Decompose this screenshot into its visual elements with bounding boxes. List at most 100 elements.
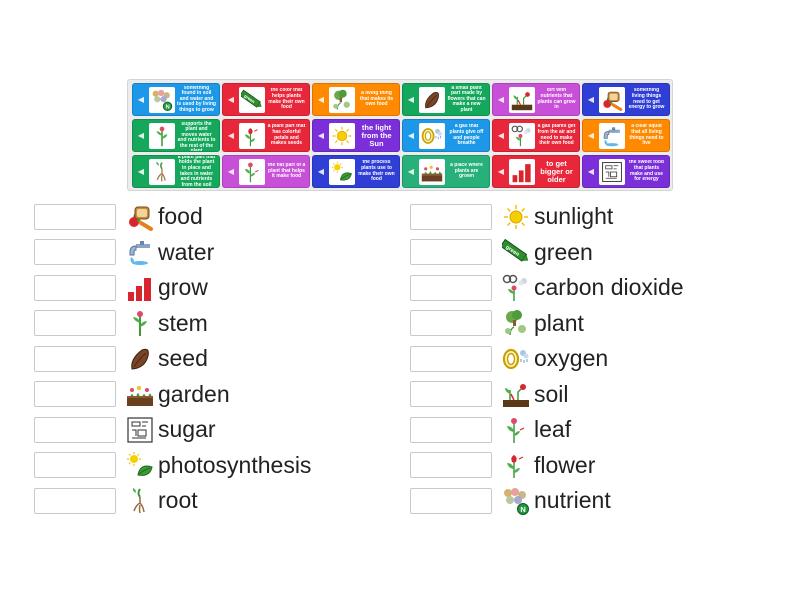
speaker-icon[interactable]: ◀: [406, 167, 416, 177]
word-label[interactable]: green: [534, 239, 593, 266]
definition-card[interactable]: ◀ a living thing that makes its own food: [312, 83, 400, 116]
speaker-icon[interactable]: ◀: [136, 167, 146, 177]
word-label[interactable]: soil: [534, 381, 569, 408]
drop-target-box[interactable]: [410, 239, 492, 266]
soil-icon: [502, 380, 530, 408]
water-icon: [126, 238, 154, 266]
word-label[interactable]: stem: [158, 310, 208, 337]
word-label[interactable]: grow: [158, 274, 208, 301]
speaker-icon[interactable]: ◀: [316, 131, 326, 141]
speaker-icon[interactable]: ◀: [136, 131, 146, 141]
definition-card[interactable]: ◀ a gas that plants give off and people b…: [402, 119, 490, 152]
drop-target-box[interactable]: [410, 274, 492, 301]
plant-icon: [502, 309, 530, 337]
drop-target-box[interactable]: [410, 310, 492, 337]
definition-text: the flat part of a plant that helps it m…: [267, 163, 306, 180]
stem-icon: [126, 309, 154, 337]
definition-card[interactable]: ◀ a small plant part made by flowers that…: [402, 83, 490, 116]
definition-card[interactable]: ◀ the light from the Sun: [312, 119, 400, 152]
drop-target-box[interactable]: [410, 487, 492, 514]
definition-text: a clear liquid that all living things ne…: [629, 124, 664, 147]
speaker-icon[interactable]: ◀: [226, 167, 236, 177]
definition-card[interactable]: ◀ a place where plants are grown: [402, 155, 490, 188]
drop-target-box[interactable]: [410, 203, 492, 230]
speaker-icon[interactable]: ◀: [316, 95, 326, 105]
oxygen-icon: [502, 345, 530, 373]
speaker-icon[interactable]: ◀: [496, 131, 506, 141]
word-label[interactable]: sunlight: [534, 203, 613, 230]
definition-card[interactable]: ◀ dirt with nutrients that plants can gro…: [492, 83, 580, 116]
seed-icon: [126, 345, 154, 373]
word-label[interactable]: garden: [158, 381, 230, 408]
drop-target-box[interactable]: [34, 345, 116, 372]
word-label[interactable]: carbon dioxide: [534, 274, 684, 301]
definition-card[interactable]: ◀ a plant part that supports the plant an…: [132, 119, 220, 152]
drop-target-box[interactable]: [410, 416, 492, 443]
seed-icon: [419, 86, 445, 113]
speaker-icon[interactable]: ◀: [586, 95, 596, 105]
speaker-icon[interactable]: ◀: [586, 167, 596, 177]
word-row-sugar: sugar: [34, 412, 311, 448]
word-label[interactable]: water: [158, 239, 214, 266]
drop-target-box[interactable]: [34, 381, 116, 408]
definition-card[interactable]: ◀ a plant part that holds the plant in pl…: [132, 155, 220, 188]
drop-target-box[interactable]: [34, 239, 116, 266]
speaker-icon[interactable]: ◀: [406, 95, 416, 105]
word-label[interactable]: oxygen: [534, 345, 608, 372]
definition-card[interactable]: ◀ a clear liquid that all living things n…: [582, 119, 670, 152]
leaf-icon: [239, 158, 265, 185]
definition-card[interactable]: ◀ the sweet food that plants make and use…: [582, 155, 670, 188]
word-row-seed: seed: [34, 341, 311, 377]
speaker-icon[interactable]: ◀: [136, 95, 146, 105]
word-label[interactable]: plant: [534, 310, 584, 337]
root-icon: [126, 487, 154, 515]
definition-text: a gas that plants give off and people br…: [449, 124, 484, 147]
right-word-column: sunlight green green carbon dioxide plant oxy…: [410, 199, 684, 519]
photosynthesis-icon: [126, 451, 154, 479]
definition-card[interactable]: ◀ to get bigger or older: [492, 155, 580, 188]
definition-text: the sweet food that plants make and use …: [628, 160, 664, 183]
drop-target-box[interactable]: [34, 203, 116, 230]
sunlight-icon: [502, 203, 530, 231]
word-label[interactable]: photosynthesis: [158, 452, 311, 479]
word-label[interactable]: flower: [534, 452, 595, 479]
word-label[interactable]: food: [158, 203, 203, 230]
drop-target-box[interactable]: [34, 416, 116, 443]
word-row-garden: garden: [34, 377, 311, 413]
sunlight-icon: [329, 122, 355, 149]
drop-target-box[interactable]: [34, 310, 116, 337]
speaker-icon[interactable]: ◀: [586, 131, 596, 141]
stem-icon: [149, 122, 175, 149]
definition-card[interactable]: ◀ the process plants use to make their ow…: [312, 155, 400, 188]
definition-text: to get bigger or older: [540, 159, 573, 184]
drop-target-box[interactable]: [410, 381, 492, 408]
word-row-green: green green: [410, 235, 684, 271]
definition-card[interactable]: ◀ green the color that helps plants make t…: [222, 83, 310, 116]
speaker-icon[interactable]: ◀: [406, 131, 416, 141]
drop-target-box[interactable]: [410, 452, 492, 479]
definition-card[interactable]: ◀ a plant part that has colorful petals a…: [222, 119, 310, 152]
definition-card[interactable]: ◀ the flat part of a plant that helps it …: [222, 155, 310, 188]
speaker-icon[interactable]: ◀: [496, 95, 506, 105]
definition-card[interactable]: ◀ Nsomething found in soil and water and …: [132, 83, 220, 116]
grow-icon: [126, 274, 154, 302]
leaf-icon: [502, 416, 530, 444]
drop-target-box[interactable]: [410, 345, 492, 372]
speaker-icon[interactable]: ◀: [316, 167, 326, 177]
drop-target-box[interactable]: [34, 274, 116, 301]
definition-card[interactable]: ◀ a gas plants get from the air and need …: [492, 119, 580, 152]
definition-text: a small plant part made by flowers that …: [447, 85, 486, 113]
speaker-icon[interactable]: ◀: [226, 95, 236, 105]
definition-card[interactable]: ◀ something living things need to get ene…: [582, 83, 670, 116]
word-label[interactable]: seed: [158, 345, 208, 372]
speaker-icon[interactable]: ◀: [226, 131, 236, 141]
word-label[interactable]: nutrient: [534, 487, 611, 514]
drop-target-box[interactable]: [34, 487, 116, 514]
word-label[interactable]: root: [158, 487, 198, 514]
garden-icon: [419, 158, 445, 185]
word-label[interactable]: sugar: [158, 416, 216, 443]
word-label[interactable]: leaf: [534, 416, 571, 443]
drop-target-box[interactable]: [34, 452, 116, 479]
speaker-icon[interactable]: ◀: [496, 167, 506, 177]
definition-text: dirt with nutrients that plants can grow…: [537, 88, 576, 111]
